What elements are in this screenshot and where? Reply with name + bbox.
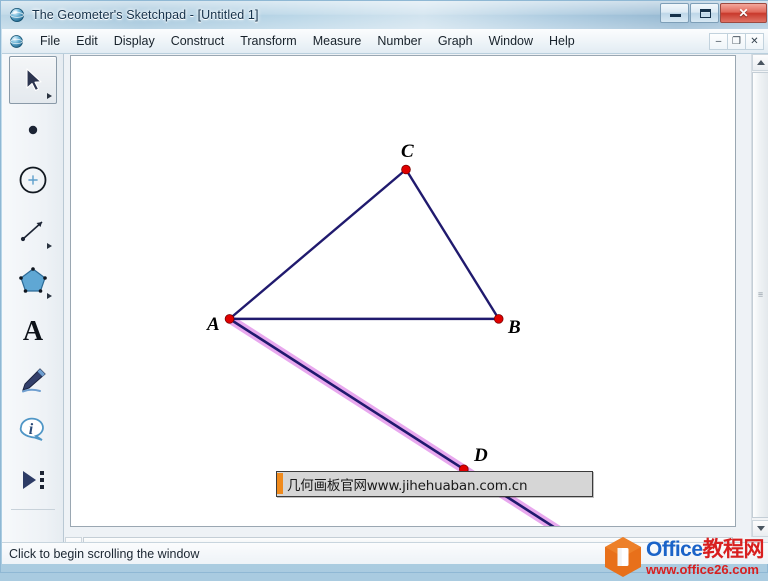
point-label-B[interactable]: B (508, 318, 521, 337)
point-B[interactable] (493, 314, 504, 324)
vertical-scroll-thumb[interactable]: ≡ (752, 72, 768, 518)
marker-pen-icon (21, 368, 46, 393)
title-bar[interactable]: The Geometer's Sketchpad - [Untitled 1] … (1, 1, 768, 29)
sketchpad-sphere-icon (9, 8, 25, 22)
menu-item-file[interactable]: File (32, 31, 68, 52)
maximize-icon (700, 8, 711, 18)
pentagon-icon (18, 267, 47, 293)
point-icon (28, 125, 37, 135)
arrow-icon (25, 68, 42, 92)
segment-icon (20, 221, 43, 242)
office26-branding: Office教程网 www.office26.com (604, 535, 765, 579)
close-button[interactable]: ✕ (720, 2, 767, 23)
scroll-down-icon (756, 526, 765, 531)
sketchpad-sphere-icon (10, 34, 23, 48)
segment-CB[interactable] (404, 168, 500, 320)
letter-a-icon: A (22, 316, 43, 346)
mdi-minimize-icon: – (715, 35, 722, 47)
menu-item-construct[interactable]: Construct (163, 31, 233, 52)
point-C[interactable] (401, 164, 411, 175)
arrow-tool-submenu-icon[interactable] (46, 93, 52, 99)
segment-AC[interactable] (228, 168, 407, 320)
brand-name-cn: 教程网 (702, 536, 765, 561)
menu-item-number[interactable]: Number (369, 31, 429, 52)
information-tool[interactable]: i (9, 406, 57, 454)
menu-item-window[interactable]: Window (481, 31, 541, 52)
polygon-tool-submenu-icon[interactable] (46, 293, 52, 299)
vertical-scroll-grip: ≡ (757, 289, 764, 300)
point-tool[interactable] (9, 106, 57, 154)
maximize-button[interactable] (690, 2, 719, 23)
brand-url: www.office26.com (646, 561, 759, 577)
mdi-restore-icon: ❐ (732, 35, 741, 47)
marker-tool[interactable] (9, 356, 57, 404)
circle-icon (19, 166, 46, 194)
window-title: The Geometer's Sketchpad - [Untitled 1] (32, 8, 259, 22)
toolbox-divider (10, 509, 55, 510)
mdi-close-icon: ✕ (750, 35, 759, 47)
point-A[interactable] (224, 314, 235, 324)
canvas-area: A B C D 几何画板官网www.jihehuaban.com.cn ≡ (65, 54, 768, 554)
watermark-accent-bar (277, 473, 283, 494)
svg-text:i: i (28, 421, 33, 438)
menu-bar: File Edit Display Construct Transform Me… (2, 29, 768, 54)
brand-title: Office教程网 (646, 536, 765, 561)
menu-item-help[interactable]: Help (541, 31, 583, 52)
compass-circle-tool[interactable] (9, 156, 57, 204)
svg-text:A: A (22, 316, 43, 346)
brand-name-en: Office (646, 537, 703, 561)
point-label-A[interactable]: A (207, 315, 220, 334)
custom-tool[interactable] (9, 456, 57, 504)
menu-item-transform[interactable]: Transform (232, 31, 305, 52)
point-label-D[interactable]: D (474, 446, 488, 465)
main-window-frame: The Geometer's Sketchpad - [Untitled 1] … (0, 0, 768, 573)
mdi-minimize-button[interactable]: – (709, 33, 728, 50)
application-window: The Geometer's Sketchpad - [Untitled 1] … (0, 0, 768, 581)
minimize-icon (670, 13, 681, 17)
window-controls: ✕ (659, 2, 767, 23)
toolbox: A i (2, 54, 64, 554)
close-icon: ✕ (738, 5, 749, 20)
brand-words: Office教程网 www.office26.com (646, 536, 765, 577)
status-message: Click to begin scrolling the window (9, 546, 200, 561)
straightedge-tool-submenu-icon[interactable] (46, 243, 52, 249)
text-tool[interactable]: A (9, 306, 57, 354)
polygon-tool[interactable] (9, 256, 57, 304)
mdi-close-button[interactable]: ✕ (745, 33, 764, 50)
minimize-button[interactable] (660, 2, 689, 23)
arrow-select-tool[interactable] (8, 56, 57, 104)
watermark-text: 几何画板官网www.jihehuaban.com.cn (287, 477, 528, 494)
watermark-caption[interactable]: 几何画板官网www.jihehuaban.com.cn (276, 471, 593, 497)
sketch-page[interactable]: A B C D 几何画板官网www.jihehuaban.com.cn (70, 55, 736, 527)
straightedge-tool[interactable] (9, 206, 57, 254)
mdi-restore-button[interactable]: ❐ (727, 33, 746, 50)
scroll-up-icon (756, 60, 765, 65)
menu-item-display[interactable]: Display (106, 31, 163, 52)
menu-item-graph[interactable]: Graph (430, 31, 481, 52)
menu-item-edit[interactable]: Edit (68, 31, 106, 52)
office-hexagon-icon (605, 537, 641, 577)
play-menu-icon (22, 471, 44, 489)
sketch-drawing (224, 164, 561, 526)
info-balloon-icon: i (19, 417, 44, 441)
mdi-window-controls: – ❐ ✕ (709, 33, 764, 50)
scroll-up-button[interactable] (752, 54, 768, 71)
menu-item-measure[interactable]: Measure (305, 31, 370, 52)
vertical-scrollbar[interactable]: ≡ (751, 54, 768, 537)
work-area: A i A B C D 几何画板官网www.jihehuaban.com.cn … (2, 54, 768, 554)
point-label-C[interactable]: C (401, 142, 414, 161)
